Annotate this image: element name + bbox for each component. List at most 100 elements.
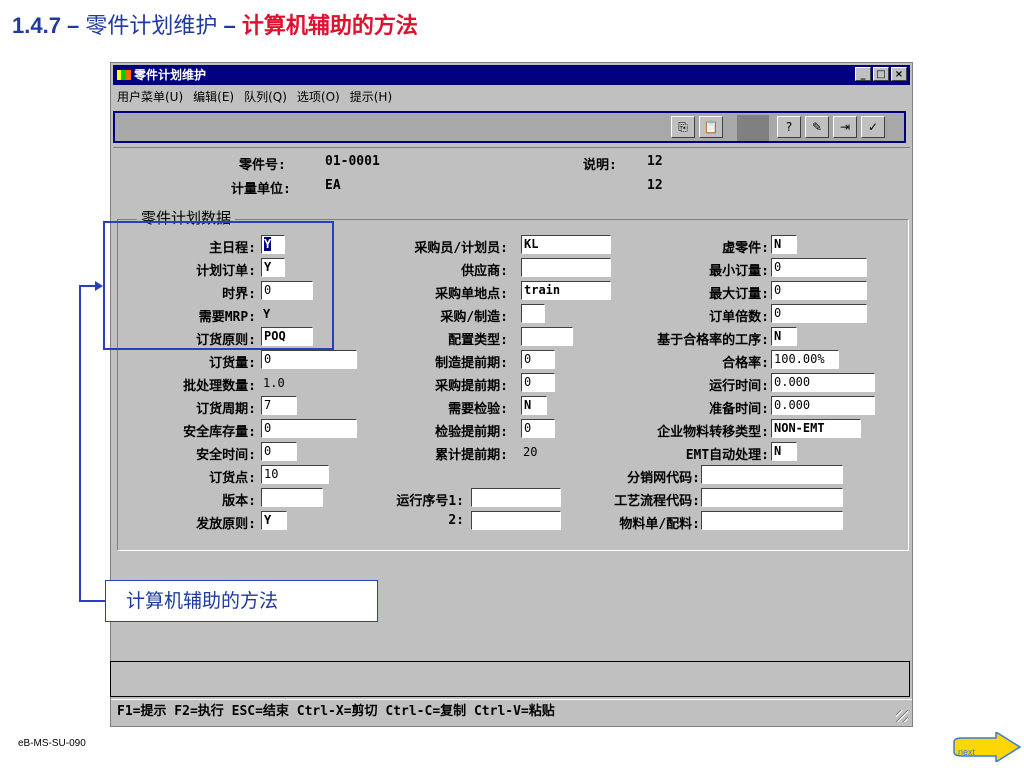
callout-connector-vertical [79, 285, 81, 602]
copy-icon[interactable]: ⎘ [671, 116, 695, 138]
close-button[interactable]: × [891, 67, 907, 81]
slide-title-number: 1.4.7 – [12, 13, 86, 38]
app-window: 零件计划维护 _ □ × 用户菜单(U) 编辑(E) 队列(Q) 选项(O) 提示(H)… [110, 62, 913, 727]
purchase-manufacture-label: 采购/制造: [440, 310, 508, 325]
slide-title-part1: 零件计划维护 [85, 14, 218, 39]
mfg-lead-time-field[interactable]: 0 [521, 350, 555, 369]
bom-formula-label: 物料单/配料: [619, 517, 700, 532]
order-period-field[interactable]: 7 [261, 396, 297, 415]
export-doc-icon[interactable]: ⇥ [833, 116, 857, 138]
revision-label: 版本: [222, 494, 256, 509]
next-label: next [958, 747, 976, 757]
routing-code-label: 工艺流程代码: [614, 494, 700, 509]
menu-queue[interactable]: 队列(Q) [244, 90, 287, 104]
routing-seq2-label: 2: [448, 513, 464, 528]
bom-formula-field[interactable] [701, 511, 843, 530]
routing-seq1-field[interactable] [471, 488, 561, 507]
inspection-required-field[interactable]: N [521, 396, 547, 415]
max-order-field[interactable]: 0 [771, 281, 867, 300]
menu-help[interactable]: 提示(H) [350, 90, 392, 104]
slide-title: 1.4.7 – 零件计划维护 – 计算机辅助的方法 [12, 8, 418, 40]
reorder-point-field[interactable]: 10 [261, 465, 329, 484]
config-type-field[interactable] [521, 327, 573, 346]
run-time-label: 运行时间: [709, 379, 769, 394]
config-type-label: 配置类型: [448, 333, 508, 348]
yield-field[interactable]: 100.00% [771, 350, 839, 369]
help-bar: F1=提示 F2=执行 ESC=结束 Ctrl-X=剪切 Ctrl-C=复制 C… [111, 699, 912, 723]
description-label: 说明: [583, 158, 617, 173]
emt-auto-field[interactable]: N [771, 442, 797, 461]
issue-policy-field[interactable]: Y [261, 511, 287, 530]
emt-type-field[interactable]: NON-EMT [771, 419, 861, 438]
slide-code: eB-MS-SU-090 [18, 738, 86, 749]
slide-title-dash: – [217, 13, 242, 38]
purchase-manufacture-field[interactable] [521, 304, 545, 323]
max-order-label: 最大订量: [709, 287, 769, 302]
maximize-button[interactable]: □ [873, 67, 889, 81]
min-order-field[interactable]: 0 [771, 258, 867, 277]
order-qty-field[interactable]: 0 [261, 350, 357, 369]
safety-stock-field[interactable]: 0 [261, 419, 357, 438]
run-time-field[interactable]: 0.000 [771, 373, 875, 392]
routing-seq2-field[interactable] [471, 511, 561, 530]
reorder-point-label: 订货点: [209, 471, 256, 486]
min-order-label: 最小订量: [709, 264, 769, 279]
pur-lead-time-label: 采购提前期: [435, 379, 508, 394]
minimize-button[interactable]: _ [855, 67, 871, 81]
safety-time-field[interactable]: 0 [261, 442, 297, 461]
paste-icon[interactable]: 📋 [699, 116, 723, 138]
app-icon [117, 70, 131, 80]
inspection-required-label: 需要检验: [448, 402, 508, 417]
network-code-label: 分销网代码: [627, 471, 700, 486]
po-site-field[interactable]: train [521, 281, 611, 300]
edit-doc-icon[interactable]: ✎ [805, 116, 829, 138]
help-pointer-icon[interactable]: ? [777, 116, 801, 138]
inspection-lead-time-field[interactable]: 0 [521, 419, 555, 438]
callout-connector-bottom [79, 600, 106, 602]
safety-stock-label: 安全库存量: [183, 425, 256, 440]
issue-policy-label: 发放原则: [196, 517, 256, 532]
supplier-field[interactable] [521, 258, 611, 277]
callout-arrow-icon [95, 281, 103, 291]
slide-title-part2: 计算机辅助的方法 [241, 14, 418, 39]
setup-time-field[interactable]: 0.000 [771, 396, 875, 415]
routing-code-field[interactable] [701, 488, 843, 507]
check-doc-icon[interactable]: ✓ [861, 116, 885, 138]
description-value-2: 12 [647, 178, 663, 193]
yield-operation-label: 基于合格率的工序: [657, 333, 769, 348]
menu-edit[interactable]: 编辑(E) [193, 90, 234, 104]
unit-label: 计量单位: [231, 182, 291, 197]
phantom-field[interactable]: N [771, 235, 797, 254]
phantom-label: 虚零件: [722, 241, 769, 256]
yield-label: 合格率: [722, 356, 769, 371]
batch-qty-label: 批处理数量: [183, 379, 256, 394]
mfg-lead-time-label: 制造提前期: [435, 356, 508, 371]
part-no-label: 零件号: [239, 158, 286, 173]
toolbar-separator [737, 115, 769, 141]
order-qty-label: 订货量: [209, 356, 256, 371]
menu-user[interactable]: 用户菜单(U) [117, 90, 183, 104]
cum-lead-time-value: 20 [523, 445, 538, 459]
emt-auto-label: EMT自动处理: [685, 448, 769, 463]
unit-value: EA [325, 178, 341, 193]
toolbar: ⎘ 📋 ? ✎ ⇥ ✓ [113, 111, 906, 143]
po-site-label: 采购单地点: [435, 287, 508, 302]
batch-qty-value: 1.0 [263, 376, 285, 390]
supplier-label: 供应商: [461, 264, 508, 279]
revision-field[interactable] [261, 488, 323, 507]
description-value-1: 12 [647, 154, 663, 169]
inspection-lead-time-label: 检验提前期: [435, 425, 508, 440]
menu-options[interactable]: 选项(O) [297, 90, 340, 104]
part-no-value: 01-0001 [325, 154, 380, 169]
network-code-field[interactable] [701, 465, 843, 484]
resize-grip-icon[interactable] [896, 710, 908, 722]
next-arrow-icon[interactable]: next [952, 732, 1022, 762]
buyer-planner-label: 采购员/计划员: [414, 241, 508, 256]
header-area: 零件号: 01-0001 说明: 12 计量单位: EA 12 [113, 147, 910, 208]
window-titlebar[interactable]: 零件计划维护 _ □ × [113, 65, 910, 85]
pur-lead-time-field[interactable]: 0 [521, 373, 555, 392]
order-multiple-field[interactable]: 0 [771, 304, 867, 323]
window-title: 零件计划维护 [134, 68, 207, 82]
buyer-planner-field[interactable]: KL [521, 235, 611, 254]
yield-operation-field[interactable]: N [771, 327, 797, 346]
